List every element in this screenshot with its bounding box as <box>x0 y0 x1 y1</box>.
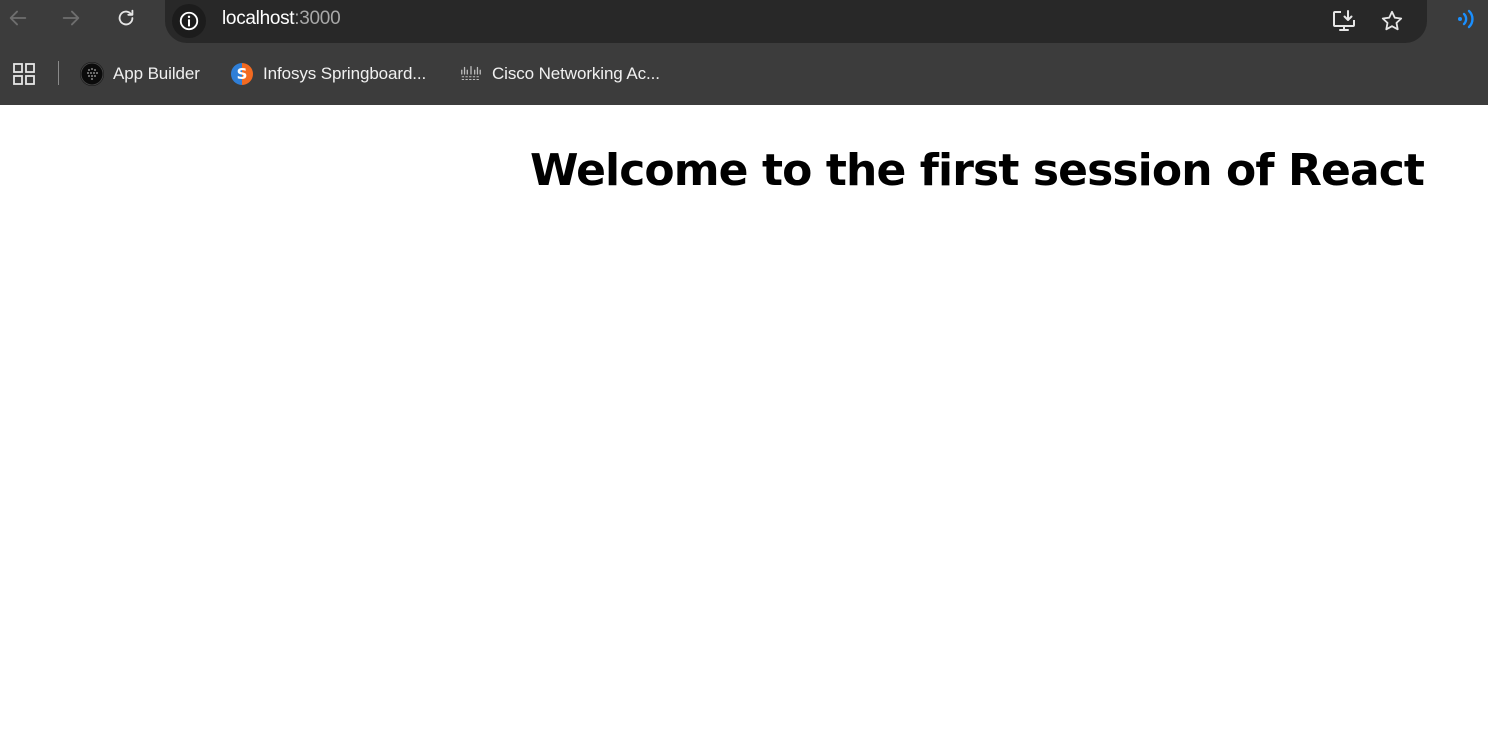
bookmarks-divider <box>58 61 59 85</box>
install-app-icon <box>1333 10 1355 31</box>
bookmark-infosys-springboard[interactable]: S Infosys Springboard... <box>230 60 426 88</box>
bookmark-cisco-networking[interactable]: Cisco Networking Ac... <box>459 60 660 88</box>
bookmark-app-builder[interactable]: App Builder <box>80 60 200 88</box>
site-info-button[interactable] <box>172 4 206 38</box>
bookmarks-bar: App Builder S Infosys Springboard... Cis… <box>0 44 1488 105</box>
apps-grid-icon <box>13 63 35 85</box>
broadcast-icon <box>1458 9 1474 29</box>
arrow-left-icon <box>9 10 27 26</box>
info-icon <box>179 11 199 31</box>
address-bar[interactable]: localhost:3000 <box>165 0 1427 43</box>
url-host: localhost <box>222 8 295 29</box>
app-builder-icon <box>80 62 104 86</box>
cisco-logo-icon <box>459 62 483 86</box>
star-icon <box>1381 10 1403 31</box>
arrow-right-icon <box>62 10 80 26</box>
page-viewport: Welcome to the first session of React <box>0 105 1488 756</box>
reload-icon <box>118 9 134 26</box>
bookmark-star-button[interactable] <box>1376 5 1408 37</box>
page-heading: Welcome to the first session of React <box>530 145 1425 196</box>
springboard-s-icon: S <box>230 62 254 86</box>
back-button[interactable] <box>0 4 36 32</box>
url-port: :3000 <box>294 8 341 29</box>
bookmark-label: Cisco Networking Ac... <box>492 64 660 83</box>
reload-button[interactable] <box>108 4 144 32</box>
extension-button[interactable] <box>1452 4 1482 34</box>
browser-toolbar: localhost:3000 <box>0 0 1488 44</box>
apps-button[interactable] <box>10 60 38 88</box>
install-app-button[interactable] <box>1328 5 1360 37</box>
url-text[interactable]: localhost:3000 <box>222 8 341 30</box>
bookmark-label: App Builder <box>113 64 200 83</box>
forward-button[interactable] <box>53 4 89 32</box>
svg-text:S: S <box>237 65 248 83</box>
bookmark-label: Infosys Springboard... <box>263 64 427 83</box>
